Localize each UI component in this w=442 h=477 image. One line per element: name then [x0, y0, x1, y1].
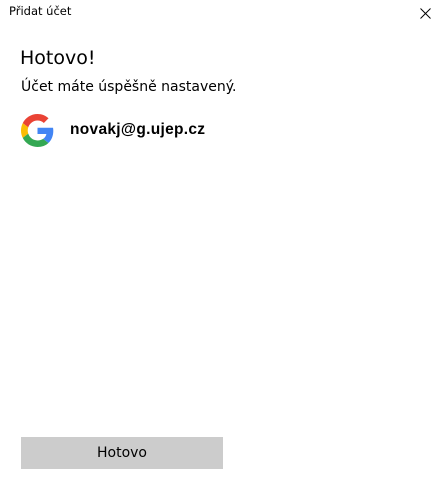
close-button[interactable]	[408, 0, 442, 26]
success-message: Účet máte úspěšně nastavený.	[21, 79, 237, 95]
account-row: novakj@g.ujep.cz	[21, 113, 205, 147]
google-logo-icon	[21, 113, 54, 147]
title-bar: Přidat účet	[0, 0, 442, 26]
window-title: Přidat účet	[9, 4, 72, 18]
account-email: novakj@g.ujep.cz	[70, 121, 206, 138]
done-button[interactable]: Hotovo	[21, 437, 223, 469]
close-icon	[419, 7, 431, 19]
page-title: Hotovo!	[20, 47, 96, 69]
